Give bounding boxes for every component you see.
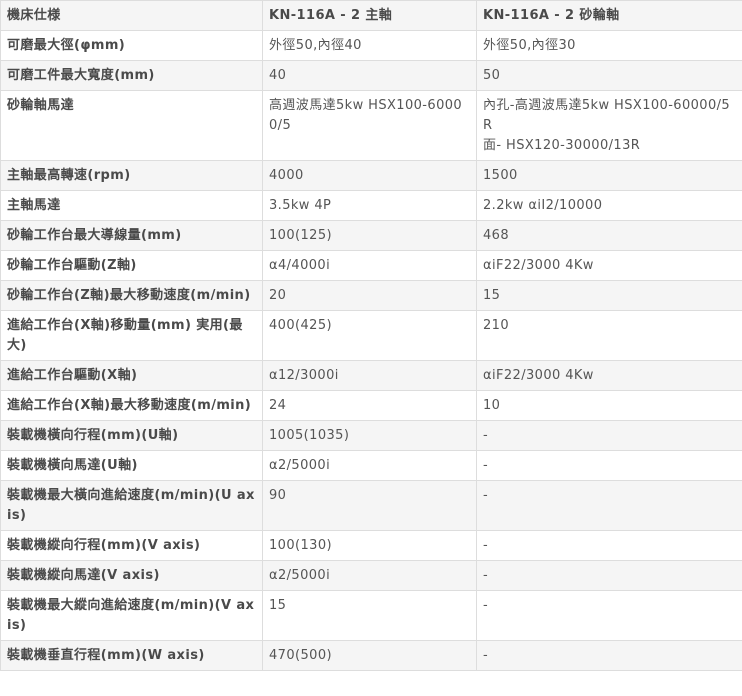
main-spindle-value-cell: 90 [262,480,477,531]
main-spindle-value-cell: 3.5kw 4P [262,190,477,221]
spec-label-cell: 砂輪工作台(Z軸)最大移動速度(m/min) [0,280,263,311]
spec-label-cell: 主軸最高轉速(rpm) [0,160,263,191]
main-spindle-value-cell: 20 [262,280,477,311]
table-row: 裝載機縱向馬達(V axis) α2/5000i - [0,560,742,591]
wheel-spindle-value-cell: 50 [476,60,742,91]
table-row: 主軸馬達 3.5kw 4P 2.2kw αiI2/10000 [0,190,742,221]
main-spindle-value-cell: 高週波馬達5kw HSX100-60000/5 [262,90,477,161]
table-row: 進給工作台(X軸)移動量(mm) 実用(最大) 400(425) 210 [0,310,742,361]
machine-spec-table: 機床仕様 KN-116A - 2 主軸 KN-116A - 2 砂輪軸 可磨最大… [0,0,742,671]
table-row: 砂輪工作台(Z軸)最大移動速度(m/min) 20 15 [0,280,742,311]
header-main-spindle: KN-116A - 2 主軸 [262,0,477,31]
spec-label-cell: 主軸馬達 [0,190,263,221]
main-spindle-value-cell: α2/5000i [262,450,477,481]
spec-label-cell: 裝載機橫向馬達(U軸) [0,450,263,481]
spec-label-cell: 裝載機縱向馬達(V axis) [0,560,263,591]
spec-table-body: 機床仕様 KN-116A - 2 主軸 KN-116A - 2 砂輪軸 可磨最大… [0,0,742,671]
table-row: 砂輪軸馬達 高週波馬達5kw HSX100-60000/5 內孔-高週波馬達5kw … [0,90,742,161]
wheel-spindle-value-cell: - [476,560,742,591]
main-spindle-value-cell: 100(125) [262,220,477,251]
table-row: 可磨最大徑(φmm) 外徑50,內徑40 外徑50,內徑30 [0,30,742,61]
header-spec-label: 機床仕様 [0,0,263,31]
table-row: 主軸最高轉速(rpm) 4000 1500 [0,160,742,191]
table-row: 砂輪工作台最大導線量(mm) 100(125) 468 [0,220,742,251]
table-row: 進給工作台(X軸)最大移動速度(m/min) 24 10 [0,390,742,421]
wheel-spindle-value-cell: αiF22/3000 4Kw [476,360,742,391]
spec-label-cell: 裝載機最大橫向進給速度(m/min)(U axis) [0,480,263,531]
spec-label-cell: 進給工作台(X軸)最大移動速度(m/min) [0,390,263,421]
spec-label-cell: 裝載機橫向行程(mm)(U軸) [0,420,263,451]
spec-label-cell: 裝載機垂直行程(mm)(W axis) [0,640,263,671]
spec-label-cell: 可磨最大徑(φmm) [0,30,263,61]
main-spindle-value-cell: 24 [262,390,477,421]
main-spindle-value-cell: 40 [262,60,477,91]
wheel-spindle-value-cell: 15 [476,280,742,311]
wheel-spindle-value-cell: 468 [476,220,742,251]
table-row: 裝載機橫向馬達(U軸) α2/5000i - [0,450,742,481]
main-spindle-value-cell: α12/3000i [262,360,477,391]
wheel-spindle-value-cell: 1500 [476,160,742,191]
spec-label-cell: 裝載機最大縱向進給速度(m/min)(V axis) [0,590,263,641]
spec-label-cell: 進給工作台驅動(X軸) [0,360,263,391]
wheel-spindle-value-cell: - [476,420,742,451]
wheel-spindle-value-cell: 210 [476,310,742,361]
table-row: 可磨工件最大寬度(mm) 40 50 [0,60,742,91]
table-row: 裝載機最大縱向進給速度(m/min)(V axis) 15- [0,590,742,641]
wheel-spindle-value-cell: 10 [476,390,742,421]
spec-label-cell: 砂輪工作台最大導線量(mm) [0,220,263,251]
table-row: 裝載機垂直行程(mm)(W axis) 470(500) - [0,640,742,671]
wheel-spindle-value-cell: - [476,480,742,531]
main-spindle-value-cell: 400(425) [262,310,477,361]
wheel-spindle-value-cell: αiF22/3000 4Kw [476,250,742,281]
wheel-spindle-value-cell: - [476,450,742,481]
wheel-spindle-value-cell: - [476,640,742,671]
main-spindle-value-cell: α2/5000i [262,560,477,591]
wheel-spindle-value-cell: 外徑50,內徑30 [476,30,742,61]
header-wheel-spindle: KN-116A - 2 砂輪軸 [476,0,742,31]
wheel-spindle-value-cell: 2.2kw αiI2/10000 [476,190,742,221]
main-spindle-value-cell: 470(500) [262,640,477,671]
spec-label-cell: 砂輪軸馬達 [0,90,263,161]
table-row: 裝載機橫向行程(mm)(U軸) 1005(1035) - [0,420,742,451]
table-header-row: 機床仕様 KN-116A - 2 主軸 KN-116A - 2 砂輪軸 [0,0,742,31]
wheel-spindle-value-cell: - [476,590,742,641]
spec-label-cell: 裝載機縱向行程(mm)(V axis) [0,530,263,561]
wheel-spindle-value-cell: 內孔-高週波馬達5kw HSX100-60000/5R 面- HSX120-300… [476,90,742,161]
main-spindle-value-cell: 外徑50,內徑40 [262,30,477,61]
table-row: 進給工作台驅動(X軸) α12/3000i αiF22/3000 4Kw [0,360,742,391]
main-spindle-value-cell: 15 [262,590,477,641]
main-spindle-value-cell: 1005(1035) [262,420,477,451]
main-spindle-value-cell: 4000 [262,160,477,191]
main-spindle-value-cell: α4/4000i [262,250,477,281]
spec-label-cell: 可磨工件最大寬度(mm) [0,60,263,91]
spec-label-cell: 進給工作台(X軸)移動量(mm) 実用(最大) [0,310,263,361]
wheel-spindle-value-cell: - [476,530,742,561]
spec-label-cell: 砂輪工作台驅動(Z軸) [0,250,263,281]
table-row: 裝載機最大橫向進給速度(m/min)(U axis) 90- [0,480,742,531]
table-row: 裝載機縱向行程(mm)(V axis) 100(130) - [0,530,742,561]
table-row: 砂輪工作台驅動(Z軸) α4/4000i αiF22/3000 4Kw [0,250,742,281]
main-spindle-value-cell: 100(130) [262,530,477,561]
